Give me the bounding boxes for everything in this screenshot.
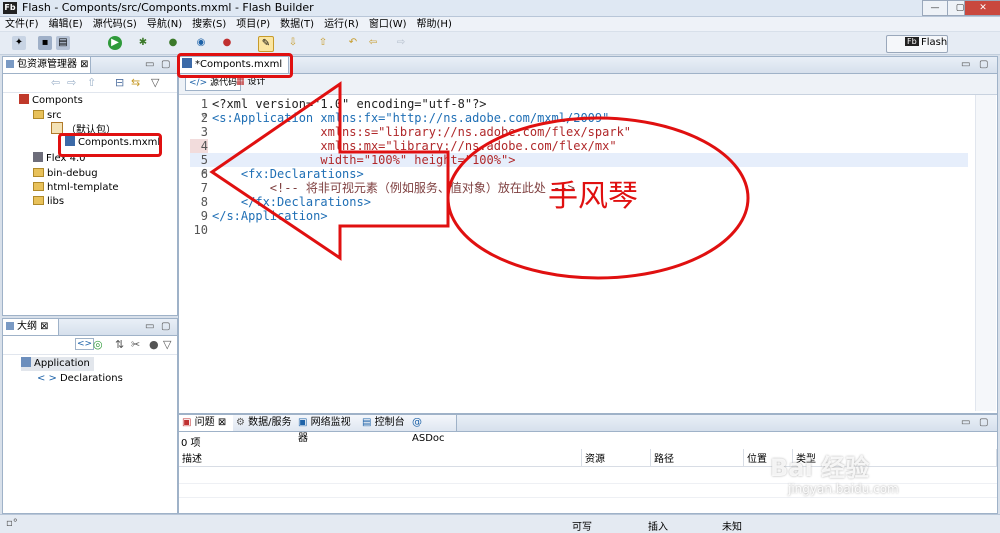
minimize-panel-icon[interactable]: ▭ [961,417,970,428]
problems-icon: ▣ [182,417,192,428]
tab-asdoc[interactable]: @ ASDoc [409,415,457,444]
annotation-arrow [209,81,450,261]
problems-table: 描述 资源 路径 位置 类型 [179,449,997,467]
column-resource[interactable]: 资源 [581,449,651,467]
console-icon: ▤ [362,417,372,428]
tab-label: 数据/服务 [248,417,292,428]
status-position: 未知 [722,522,742,533]
problems-panel: ▣ 问题 ⊠ ⚙ 数据/服务 ▣ 网络监视器 ▤ 控制台 @ ASDoc ▭ ▢… [178,414,998,514]
maximize-panel-icon[interactable]: ▢ [979,417,988,428]
data-services-icon: ⚙ [236,417,245,428]
annotation-text: 手风琴 [548,179,638,214]
column-path[interactable]: 路径 [650,449,744,467]
tab-label: ASDoc [412,433,445,444]
status-insert-mode: 插入 [648,522,668,533]
tab-problems[interactable]: ▣ 问题 ⊠ [179,415,235,431]
watermark-url: jingyan.baidu.com [788,482,899,496]
column-description[interactable]: 描述 [179,449,582,467]
tab-label: 控制台 [374,417,405,428]
status-icon: ▫° [6,518,18,529]
tab-console[interactable]: ▤ 控制台 [359,415,411,431]
problems-count: 0 项 [181,438,201,449]
tab-label: 问题 [194,417,215,428]
asdoc-icon: @ [412,417,422,428]
status-bar: ▫° 可写 插入 未知 [0,514,1000,533]
network-monitor-icon: ▣ [298,417,308,428]
watermark-brand: Bai 经验 [770,454,870,482]
tab-data-services[interactable]: ⚙ 数据/服务 [233,415,297,431]
tab-network-monitor[interactable]: ▣ 网络监视器 [295,415,361,444]
status-writable: 可写 [572,522,592,533]
